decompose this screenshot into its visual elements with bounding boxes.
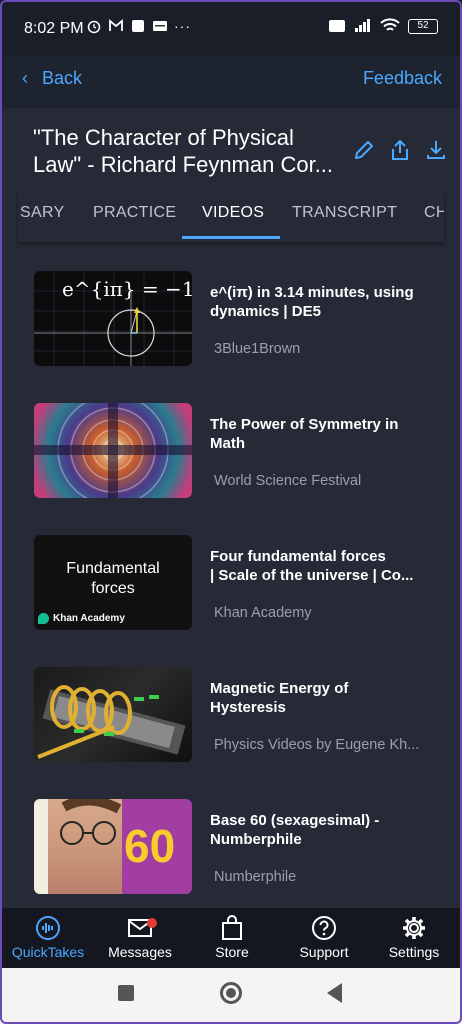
system-back-button[interactable] (327, 983, 342, 1003)
video-title-line-2: dynamics | DE5 (210, 303, 321, 320)
app-bar: ‹ Back Feedback (0, 56, 462, 108)
nav-messages[interactable]: Messages (94, 914, 186, 960)
nav-label: Messages (108, 944, 172, 960)
video-title-line-1: e^(iπ) in 3.14 minutes, using (210, 284, 414, 301)
tab-glossary[interactable]: SARY (20, 204, 64, 222)
title-bar: "The Character of Physical Law" - Richar… (0, 108, 462, 192)
app-notification-icon (132, 20, 144, 32)
video-thumbnail (34, 403, 192, 498)
thumbnail-headline-line-1: Fundamental (66, 560, 160, 577)
video-title-line-2: | Scale of the universe | Co... (210, 567, 414, 584)
wifi-icon (380, 18, 400, 31)
status-time: 8:02 PM (24, 20, 84, 37)
tab-transcript[interactable]: TRANSCRIPT (292, 204, 397, 222)
status-notification-icons: ··· (86, 18, 191, 34)
share-icon[interactable] (388, 138, 412, 162)
nav-label: QuickTakes (11, 944, 85, 960)
video-title: Magnetic Energy of Hysteresis (210, 679, 436, 717)
more-notifications-icon: ··· (174, 18, 191, 34)
system-navigation-bar (0, 968, 462, 1024)
gmail-icon (109, 19, 123, 31)
video-thumbnail: e^{iπ} = −1 (34, 271, 192, 366)
leaf-icon (38, 613, 49, 624)
back-button[interactable]: ‹ Back (22, 68, 82, 89)
shopping-bag-icon (222, 915, 242, 940)
video-title: e^(iπ) in 3.14 minutes, using dynamics |… (210, 283, 436, 321)
download-icon[interactable] (424, 138, 448, 162)
thumbnail-brand: Khan Academy (53, 613, 125, 624)
video-channel: Numberphile (214, 869, 297, 885)
thumbnail-headline: Fundamental forces (34, 559, 192, 599)
tab-practice[interactable]: PRACTICE (93, 204, 176, 222)
bottom-navigation: QuickTakes Messages Store Support Settin… (0, 908, 462, 968)
notification-badge (147, 918, 157, 928)
video-thumbnail (34, 667, 192, 762)
video-title: Base 60 (sexagesimal) - Numberphile (210, 811, 436, 849)
video-item[interactable]: The Power of Symmetry in Math World Scie… (0, 392, 462, 524)
tab-chapters[interactable]: CH (424, 204, 444, 222)
back-label: Back (42, 68, 83, 88)
tab-bar: SARY PRACTICE VIDEOS TRANSCRIPT CH (18, 192, 444, 242)
page-title-line-1: "The Character of Physical (33, 125, 294, 150)
video-item[interactable]: Fundamental forces Khan Academy Four fun… (0, 524, 462, 656)
video-title-line-2: Math (210, 435, 245, 452)
video-channel: Physics Videos by Eugene Kh... (214, 737, 420, 753)
video-title-line-1: Magnetic Energy of (210, 680, 349, 697)
video-title-line-2: Numberphile (210, 831, 302, 848)
video-title-line-1: Base 60 (sexagesimal) - (210, 812, 380, 829)
quicktakes-icon (36, 916, 60, 940)
video-thumbnail: 60 (34, 799, 192, 894)
video-channel: World Science Festival (214, 473, 362, 489)
video-title: The Power of Symmetry in Math (210, 415, 436, 453)
tab-videos[interactable]: VIDEOS (202, 204, 264, 222)
chevron-left-icon: ‹ (22, 68, 28, 88)
help-icon (312, 916, 336, 940)
thumbnail-formula: e^{iπ} = −1 (62, 277, 192, 301)
gear-icon (403, 917, 425, 939)
nav-support[interactable]: Support (278, 914, 370, 960)
signal-icon (355, 19, 370, 32)
video-item[interactable]: e^{iπ} = −1 e^(iπ) in 3.14 minutes, usin… (0, 260, 462, 392)
thumbnail-number: 60 (124, 820, 176, 872)
video-title-line-1: The Power of Symmetry in (210, 416, 399, 433)
video-title-line-2: Hysteresis (210, 699, 286, 716)
battery-icon: 52 (408, 18, 438, 34)
nav-label: Settings (388, 944, 440, 960)
video-title: Four fundamental forces | Scale of the u… (210, 547, 436, 585)
nav-label: Support (299, 944, 349, 960)
video-channel: 3Blue1Brown (214, 341, 301, 357)
news-icon (153, 21, 167, 31)
alarm-icon (87, 20, 101, 34)
pencil-icon[interactable] (352, 138, 376, 162)
video-title-line-1: Four fundamental forces (210, 548, 386, 565)
volte-icon (329, 20, 345, 32)
nav-quicktakes[interactable]: QuickTakes (2, 914, 94, 960)
video-item[interactable]: Magnetic Energy of Hysteresis Physics Vi… (0, 656, 462, 788)
nav-settings[interactable]: Settings (368, 914, 460, 960)
home-button[interactable] (220, 982, 242, 1004)
active-tab-indicator (182, 236, 280, 239)
recents-button[interactable] (118, 985, 134, 1001)
video-thumbnail: Fundamental forces Khan Academy (34, 535, 192, 630)
thumbnail-headline-line-2: forces (91, 580, 135, 597)
status-system-icons: 52 (328, 18, 438, 34)
video-item[interactable]: 60 Base 60 (sexagesimal) - Numberphile N… (0, 788, 462, 920)
feedback-button[interactable]: Feedback (363, 68, 442, 89)
status-bar: 8:02 PM ··· 52 (0, 0, 462, 56)
page-title: "The Character of Physical Law" - Richar… (33, 124, 351, 178)
nav-store[interactable]: Store (186, 914, 278, 960)
video-channel: Khan Academy (214, 605, 312, 621)
title-actions (352, 138, 448, 162)
khan-academy-logo: Khan Academy (38, 613, 125, 624)
nav-label: Store (215, 944, 249, 960)
page-title-line-2: Law" - Richard Feynman Cor... (33, 152, 334, 177)
